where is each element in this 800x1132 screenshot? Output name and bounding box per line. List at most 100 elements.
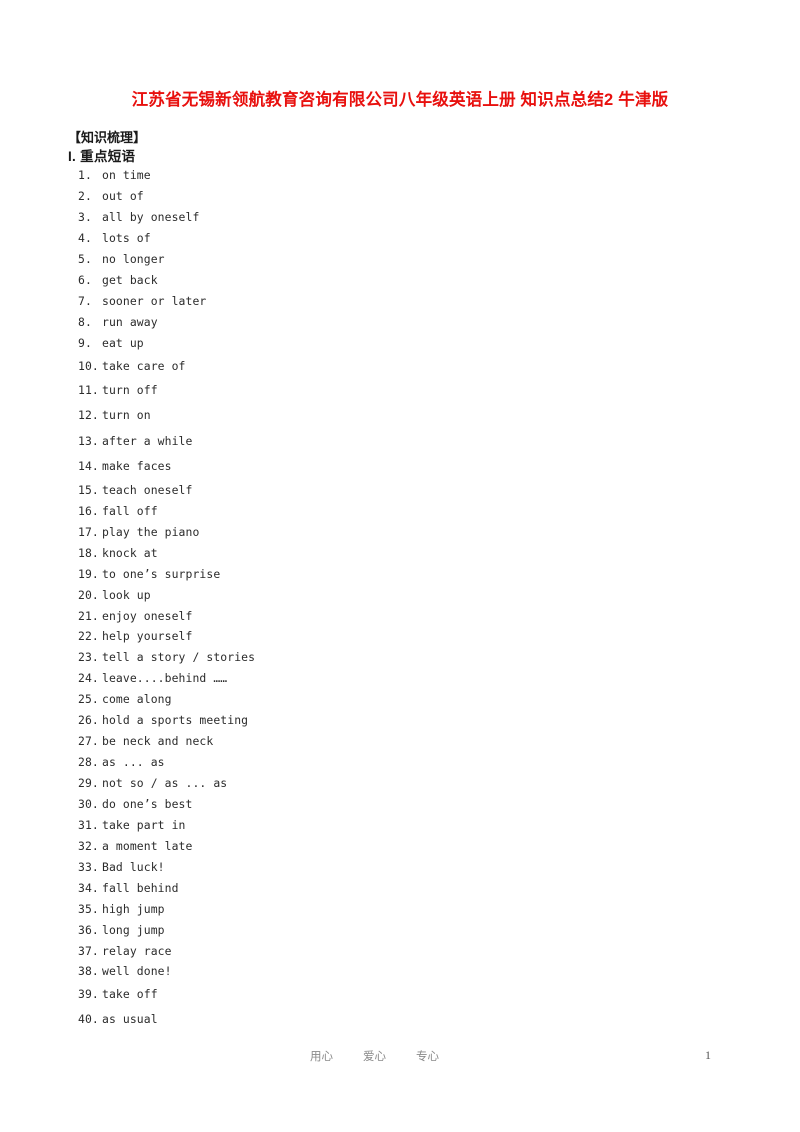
list-item-number: 40. bbox=[78, 1012, 99, 1026]
list-item-number: 34. bbox=[78, 881, 99, 895]
list-item: 27. be neck and neck bbox=[78, 733, 213, 749]
list-item-text: Bad luck! bbox=[102, 860, 165, 874]
list-item-number: 12. bbox=[78, 408, 99, 422]
list-item-number: 27. bbox=[78, 734, 99, 748]
footer-motto-word: 用心 bbox=[310, 1051, 333, 1063]
list-item-text: on time bbox=[102, 168, 151, 182]
list-item-number: 22. bbox=[78, 629, 99, 643]
list-item: 24. leave....behind …… bbox=[78, 670, 227, 686]
list-item: 12. turn on bbox=[78, 407, 151, 423]
list-item: 38. well done! bbox=[78, 963, 172, 979]
list-item: 7. sooner or later bbox=[78, 293, 206, 309]
list-item-number: 28. bbox=[78, 755, 99, 769]
list-item: 34. fall behind bbox=[78, 880, 179, 896]
footer-motto: 用心 爱心 专心 bbox=[310, 1048, 439, 1064]
list-item-number: 36. bbox=[78, 923, 99, 937]
list-item: 10. take care of bbox=[78, 358, 186, 374]
list-item-text: no longer bbox=[102, 252, 165, 266]
list-item-number: 11. bbox=[78, 383, 99, 397]
list-item-text: be neck and neck bbox=[102, 734, 214, 748]
list-item: 13. after a while bbox=[78, 433, 192, 449]
document-page: 江苏省无锡新领航教育咨询有限公司八年级英语上册 知识点总结2 牛津版 【知识梳理… bbox=[0, 0, 800, 1132]
list-item: 25. come along bbox=[78, 691, 172, 707]
list-item-text: sooner or later bbox=[102, 294, 207, 308]
list-item-text: all by oneself bbox=[102, 210, 200, 224]
list-item-text: hold a sports meeting bbox=[102, 713, 249, 727]
list-item-number: 30. bbox=[78, 797, 99, 811]
section-bracket-heading: 【知识梳理】 bbox=[68, 130, 147, 145]
list-item-text: do one’s best bbox=[102, 797, 193, 811]
list-item: 33. Bad luck! bbox=[78, 859, 165, 875]
list-item-text: come along bbox=[102, 692, 172, 706]
list-item-number: 29. bbox=[78, 776, 99, 790]
list-item-number: 23. bbox=[78, 650, 99, 664]
list-item: 8. run away bbox=[78, 314, 158, 330]
list-item: 6. get back bbox=[78, 272, 158, 288]
list-item: 28. as ... as bbox=[78, 754, 165, 770]
list-item-number: 10. bbox=[78, 359, 99, 373]
list-item-text: play the piano bbox=[102, 525, 200, 539]
list-item-number: 17. bbox=[78, 525, 99, 539]
list-item-number: 35. bbox=[78, 902, 99, 916]
list-item-text: not so / as ... as bbox=[102, 776, 228, 790]
footer-motto-word: 专心 bbox=[416, 1051, 439, 1063]
list-item-number: 7. bbox=[78, 294, 92, 308]
list-item-text: eat up bbox=[102, 336, 144, 350]
list-item-text: help yourself bbox=[102, 629, 193, 643]
list-item: 39. take off bbox=[78, 986, 158, 1002]
list-item-number: 6. bbox=[78, 273, 92, 287]
list-item: 26. hold a sports meeting bbox=[78, 712, 248, 728]
list-item: 14. make faces bbox=[78, 458, 172, 474]
footer-motto-word: 爱心 bbox=[363, 1051, 386, 1063]
list-item-text: teach oneself bbox=[102, 483, 193, 497]
list-item: 19. to one’s surprise bbox=[78, 566, 220, 582]
list-item-number: 8. bbox=[78, 315, 92, 329]
list-item: 11. turn off bbox=[78, 382, 158, 398]
list-item-text: long jump bbox=[102, 923, 165, 937]
list-item: 1. on time bbox=[78, 167, 151, 183]
list-item-number: 14. bbox=[78, 459, 99, 473]
list-item-number: 1. bbox=[78, 168, 92, 182]
list-item: 5. no longer bbox=[78, 251, 165, 267]
list-item: 36. long jump bbox=[78, 922, 165, 938]
list-item-text: as usual bbox=[102, 1012, 158, 1026]
list-item-text: fall off bbox=[102, 504, 158, 518]
list-item-number: 5. bbox=[78, 252, 92, 266]
list-item: 31. take part in bbox=[78, 817, 186, 833]
list-item-number: 38. bbox=[78, 964, 99, 978]
list-item-text: well done! bbox=[102, 964, 172, 978]
list-item-number: 9. bbox=[78, 336, 92, 350]
list-item-text: take care of bbox=[102, 359, 186, 373]
list-item-text: as ... as bbox=[102, 755, 165, 769]
list-item: 17. play the piano bbox=[78, 524, 199, 540]
list-item-number: 19. bbox=[78, 567, 99, 581]
list-item-text: take off bbox=[102, 987, 158, 1001]
list-item-text: take part in bbox=[102, 818, 186, 832]
list-item-text: after a while bbox=[102, 434, 193, 448]
list-item: 3. all by oneself bbox=[78, 209, 199, 225]
section-heading-key-phrases: I. 重点短语 bbox=[68, 149, 136, 164]
list-item: 18. knock at bbox=[78, 545, 158, 561]
page-title: 江苏省无锡新领航教育咨询有限公司八年级英语上册 知识点总结2 牛津版 bbox=[131, 91, 669, 109]
list-item-number: 20. bbox=[78, 588, 99, 602]
list-item-text: leave....behind …… bbox=[102, 671, 228, 685]
list-item: 32. a moment late bbox=[78, 838, 192, 854]
list-item: 20. look up bbox=[78, 587, 151, 603]
list-item: 29. not so / as ... as bbox=[78, 775, 227, 791]
list-item-text: tell a story / stories bbox=[102, 650, 256, 664]
list-item-text: turn off bbox=[102, 383, 158, 397]
list-item-number: 2. bbox=[78, 189, 92, 203]
list-item: 4. lots of bbox=[78, 230, 151, 246]
page-number: 1 bbox=[705, 1048, 711, 1062]
list-item-number: 37. bbox=[78, 944, 99, 958]
list-item-text: lots of bbox=[102, 231, 151, 245]
list-item-number: 21. bbox=[78, 609, 99, 623]
list-item-text: fall behind bbox=[102, 881, 179, 895]
list-item-text: knock at bbox=[102, 546, 158, 560]
list-item-number: 39. bbox=[78, 987, 99, 1001]
list-item-number: 31. bbox=[78, 818, 99, 832]
list-item-text: turn on bbox=[102, 408, 151, 422]
list-item-text: enjoy oneself bbox=[102, 609, 193, 623]
list-item-number: 13. bbox=[78, 434, 99, 448]
list-item-text: out of bbox=[102, 189, 144, 203]
